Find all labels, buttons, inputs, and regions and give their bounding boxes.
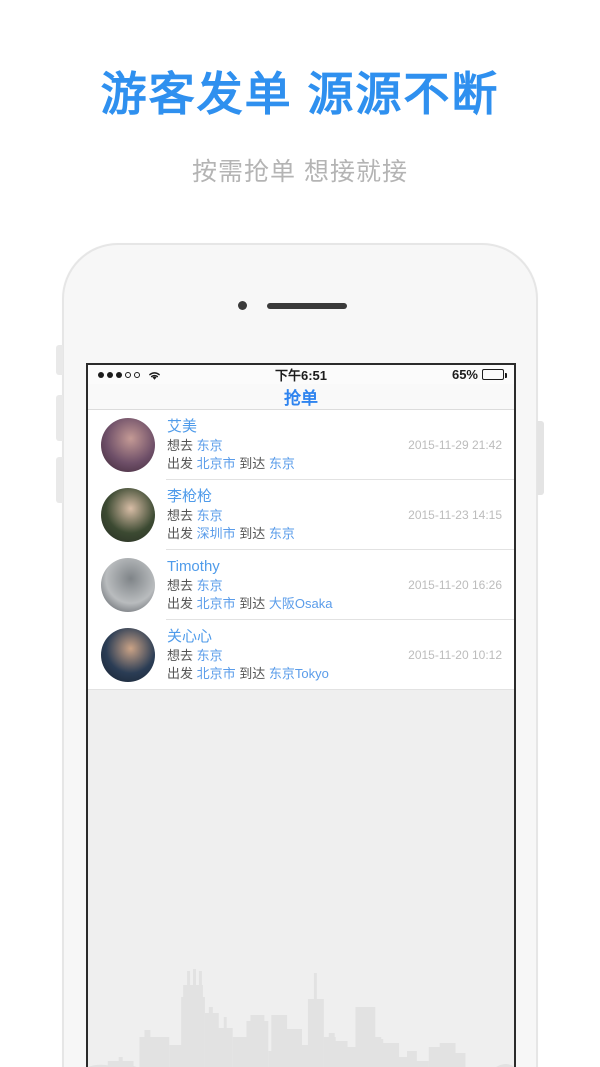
route-line: 出发 北京市 到达 大阪Osaka [167, 595, 400, 613]
promo-headline: 游客发单 源源不断 [100, 68, 500, 120]
battery-icon [482, 369, 507, 380]
route-line: 出发 北京市 到达 东京 [167, 455, 400, 473]
destination-line: 想去 东京 [167, 647, 400, 665]
depart-label: 出发 [167, 526, 194, 541]
depart-label: 出发 [167, 596, 194, 611]
arrive-city: 东京Tokyo [268, 666, 329, 681]
user-name: 关心心 [167, 628, 213, 645]
list-item-body: Timothy 想去 东京 出发 北京市 到达 大阪Osaka [155, 557, 400, 613]
want-value: 东京 [196, 508, 223, 523]
list-item-body: 关心心 想去 东京 出发 北京市 到达 东京Tokyo [155, 627, 400, 683]
signal-dot-2 [107, 371, 113, 378]
promo-subheadline: 按需抢单 想接就接 [192, 158, 408, 186]
list-item-body: 李枪枪 想去 东京 出发 深圳市 到达 东京 [155, 487, 400, 543]
page-title: 抢单 [284, 389, 318, 408]
arrive-city: 东京 [268, 526, 295, 541]
app-navigation-bar: 抢单 [88, 384, 514, 410]
want-value: 东京 [196, 438, 223, 453]
mute-switch-button[interactable] [56, 345, 63, 375]
destination-line: 想去 东京 [167, 577, 400, 595]
status-bar-clock: 下午6:51 [274, 368, 328, 383]
status-bar-left [98, 369, 275, 381]
arrive-city: 东京 [268, 456, 295, 471]
avatar[interactable] [101, 558, 155, 612]
battery-percent-label: 65% [451, 367, 478, 382]
signal-strength-icon [98, 371, 140, 378]
want-label: 想去 [167, 578, 194, 593]
destination-line: 想去 东京 [167, 507, 400, 525]
arrive-label: 到达 [239, 456, 266, 471]
order-timestamp: 2015-11-20 10:12 [408, 648, 502, 662]
order-timestamp: 2015-11-29 21:42 [408, 438, 502, 452]
list-item-body: 艾美 想去 东京 出发 北京市 到达 东京 [155, 417, 400, 473]
front-camera-icon [238, 301, 247, 310]
earpiece-speaker [267, 303, 347, 309]
phone-device-frame: 下午6:51 65% 抢单 艾美 想去 东京 出发 北京市 到达 东京 2015-11… [56, 243, 544, 1067]
avatar[interactable] [101, 418, 155, 472]
arrive-city: 大阪Osaka [268, 596, 333, 611]
city-skyline-icon [88, 969, 514, 1067]
user-name: 艾美 [167, 418, 198, 435]
want-label: 想去 [167, 438, 194, 453]
depart-label: 出发 [167, 456, 194, 471]
avatar-photo [101, 558, 155, 612]
want-label: 想去 [167, 508, 194, 523]
status-bar-right: 65% [327, 367, 507, 382]
depart-city: 深圳市 [196, 526, 236, 541]
depart-city: 北京市 [196, 456, 236, 471]
arrive-label: 到达 [239, 526, 266, 541]
empty-area-background [88, 690, 514, 1067]
destination-line: 想去 东京 [167, 437, 400, 455]
order-timestamp: 2015-11-23 14:15 [408, 508, 502, 522]
user-name: 李枪枪 [167, 488, 213, 505]
promo-screenshot-page: 游客发单 源源不断 按需抢单 想接就接 下午6:51 65% 抢单 艾美 想去 … [0, 0, 600, 1067]
avatar[interactable] [101, 628, 155, 682]
list-item[interactable]: 关心心 想去 东京 出发 北京市 到达 东京Tokyo 2015-11-20 10:1… [88, 620, 514, 690]
avatar-photo [101, 418, 155, 472]
power-button[interactable] [537, 421, 544, 495]
depart-city: 北京市 [196, 666, 236, 681]
list-item[interactable]: Timothy 想去 东京 出发 北京市 到达 大阪Osaka 2015-11-20 … [88, 550, 514, 620]
signal-dot-3 [116, 371, 122, 378]
want-value: 东京 [196, 648, 223, 663]
user-name: Timothy [167, 558, 220, 575]
signal-dot-4 [125, 371, 131, 378]
depart-label: 出发 [167, 666, 194, 681]
status-bar: 下午6:51 65% [88, 365, 514, 384]
phone-screen: 下午6:51 65% 抢单 艾美 想去 东京 出发 北京市 到达 东京 2015-11… [86, 363, 516, 1067]
want-value: 东京 [196, 578, 223, 593]
list-item[interactable]: 李枪枪 想去 东京 出发 深圳市 到达 东京 2015-11-23 14:15 [88, 480, 514, 550]
order-timestamp: 2015-11-20 16:26 [408, 578, 502, 592]
signal-dot-1 [98, 371, 104, 378]
route-line: 出发 北京市 到达 东京Tokyo [167, 665, 400, 683]
route-line: 出发 深圳市 到达 东京 [167, 525, 400, 543]
arrive-label: 到达 [239, 596, 266, 611]
volume-up-button[interactable] [56, 395, 63, 441]
avatar-photo [101, 628, 155, 682]
volume-down-button[interactable] [56, 457, 63, 503]
order-list[interactable]: 艾美 想去 东京 出发 北京市 到达 东京 2015-11-29 21:42 李枪枪 想去… [88, 410, 514, 690]
arrive-label: 到达 [239, 666, 266, 681]
signal-dot-5 [134, 371, 140, 378]
avatar-photo [101, 488, 155, 542]
list-item[interactable]: 艾美 想去 东京 出发 北京市 到达 东京 2015-11-29 21:42 [88, 410, 514, 480]
want-label: 想去 [167, 648, 194, 663]
avatar[interactable] [101, 488, 155, 542]
depart-city: 北京市 [196, 596, 236, 611]
wifi-icon [149, 371, 160, 380]
